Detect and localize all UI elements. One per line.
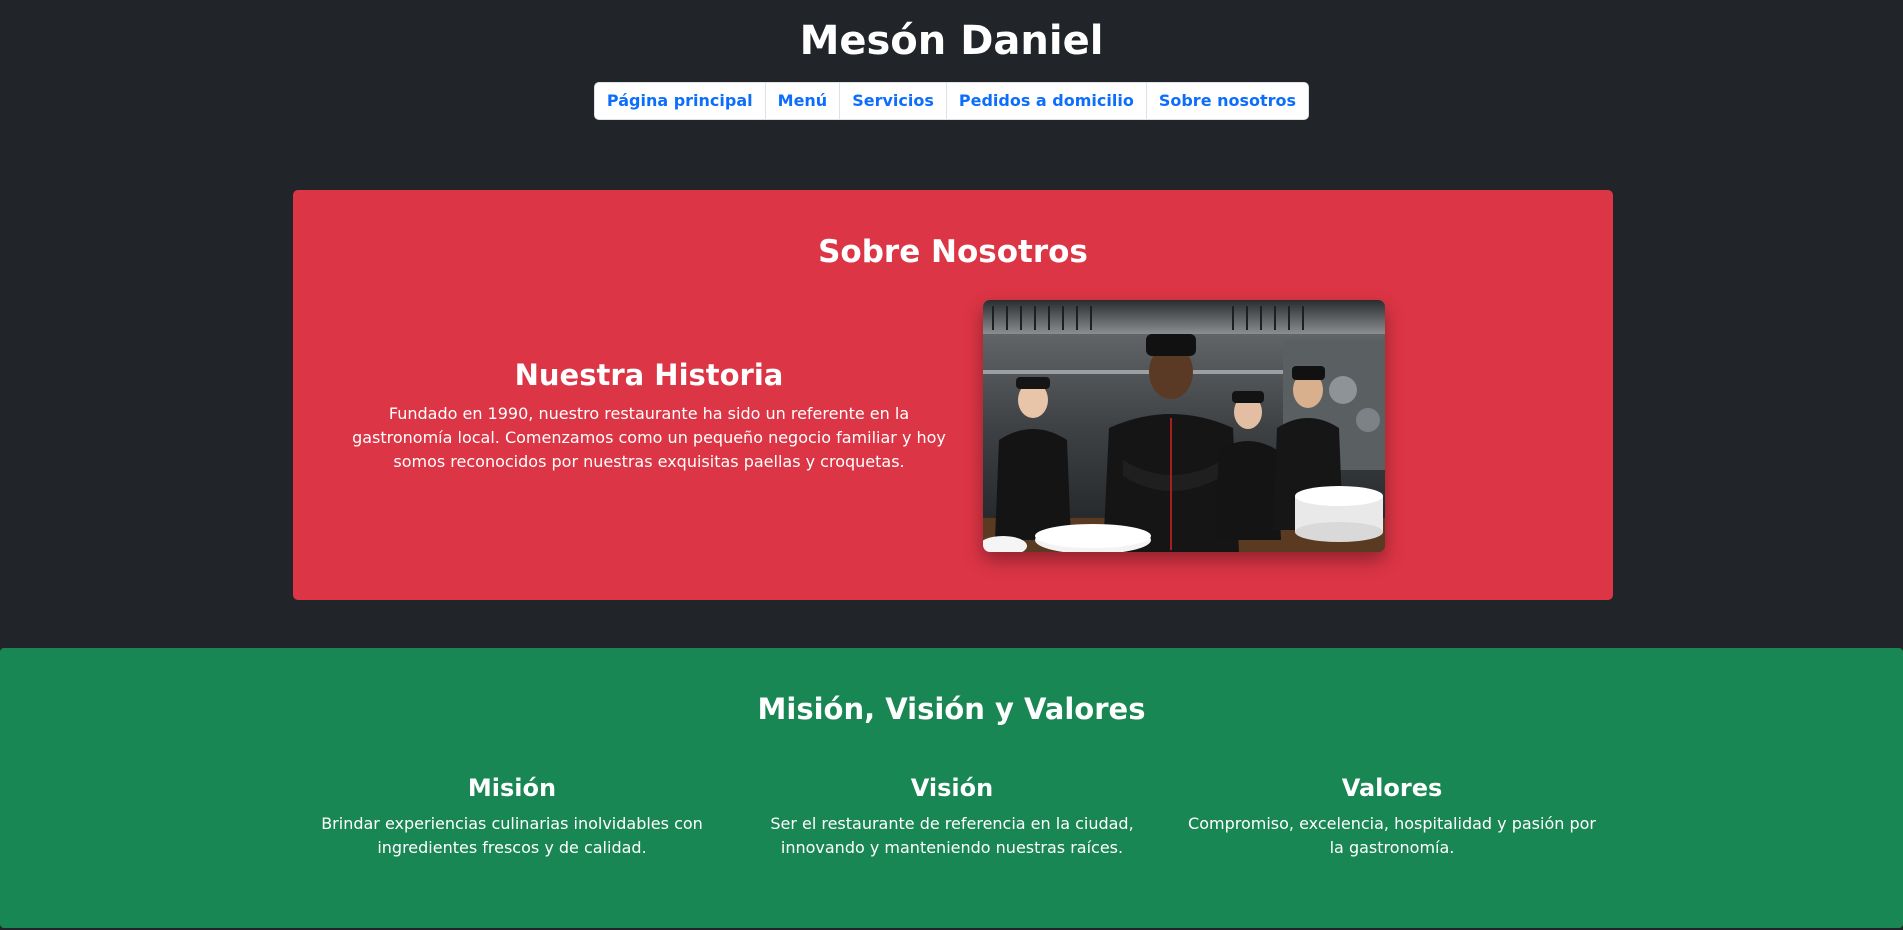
chefs-photo-illustration	[983, 300, 1385, 552]
vision-card: Visión Ser el restaurante de referencia …	[742, 774, 1162, 860]
main-nav: Página principal Menú Servicios Pedidos …	[593, 82, 1310, 120]
mission-vision-values-section: Misión, Visión y Valores Misión Brindar …	[0, 648, 1903, 928]
mvv-title: Misión, Visión y Valores	[757, 692, 1146, 726]
about-section: Sobre Nosotros Nuestra Historia Fundado …	[293, 190, 1613, 600]
mission-title: Misión	[467, 774, 557, 802]
nav-link-delivery[interactable]: Pedidos a domicilio	[945, 83, 1146, 119]
chefs-team-photo	[983, 300, 1385, 552]
nav-link-services[interactable]: Servicios	[839, 83, 946, 119]
vision-title: Visión	[910, 774, 994, 802]
mission-text: Brindar experiencias culinarias inolvida…	[321, 814, 703, 857]
nav-link-about[interactable]: Sobre nosotros	[1145, 83, 1308, 119]
nav-link-menu[interactable]: Menú	[764, 83, 840, 119]
values-text: Compromiso, excelencia, hospitalidad y p…	[1188, 814, 1596, 857]
mission-card: Misión Brindar experiencias culinarias i…	[302, 774, 722, 860]
values-card: Valores Compromiso, excelencia, hospital…	[1182, 774, 1602, 860]
vision-text: Ser el restaurante de referencia en la c…	[770, 814, 1134, 857]
nav-link-home[interactable]: Página principal	[595, 83, 765, 119]
history-text: Fundado en 1990, nuestro restaurante ha …	[352, 404, 946, 471]
site-title: Mesón Daniel	[799, 18, 1104, 64]
history-title: Nuestra Historia	[514, 358, 784, 392]
site-header: Mesón Daniel Página principal Menú Servi…	[0, 0, 1903, 120]
history-block: Nuestra Historia Fundado en 1990, nuestr…	[341, 358, 957, 474]
about-title: Sobre Nosotros	[818, 234, 1088, 270]
values-title: Valores	[1341, 774, 1443, 802]
